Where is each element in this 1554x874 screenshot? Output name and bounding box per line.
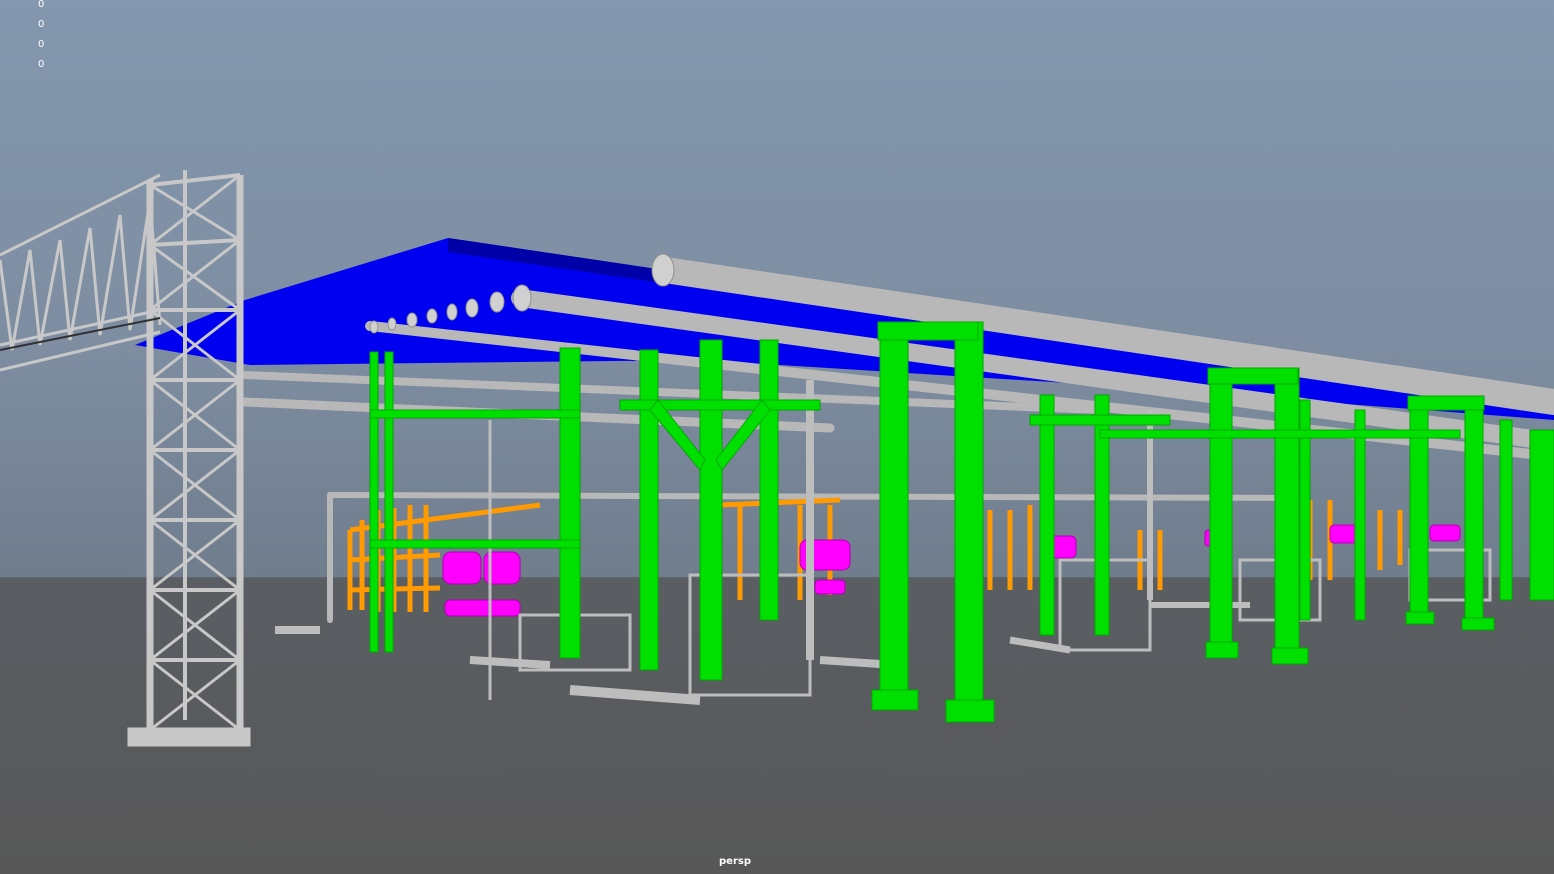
roof-deck: [135, 238, 1554, 420]
3d-viewport[interactable]: 0 0 0 0 persp: [0, 0, 1554, 874]
camera-label: persp: [719, 856, 751, 867]
truss-bridge: [0, 173, 162, 372]
lattice-tower: [127, 170, 251, 747]
scene-render[interactable]: [0, 0, 1554, 874]
